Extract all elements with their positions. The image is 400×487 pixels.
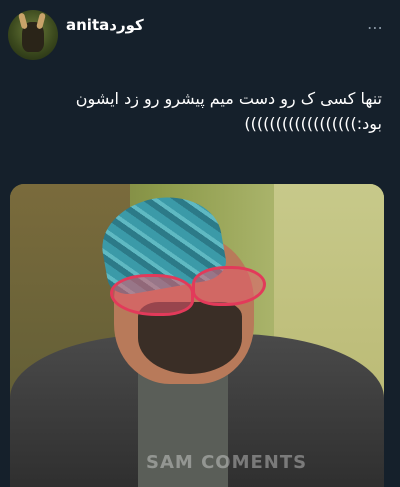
tweet-text: تنها کسی ک رو دست میم پیشرو رو زد ایشون …	[75, 89, 382, 133]
tweet-media-image[interactable]: SAM COMENTS	[10, 184, 384, 487]
avatar[interactable]	[8, 10, 58, 60]
avatar-ear-right	[36, 12, 46, 30]
sunglasses-right-lens	[192, 266, 266, 306]
avatar-ear-left	[18, 12, 28, 30]
author-name[interactable]: anitaکورد	[66, 16, 144, 34]
more-options-icon[interactable]: ⋯	[367, 18, 384, 37]
media-watermark: SAM COMENTS	[146, 452, 308, 473]
